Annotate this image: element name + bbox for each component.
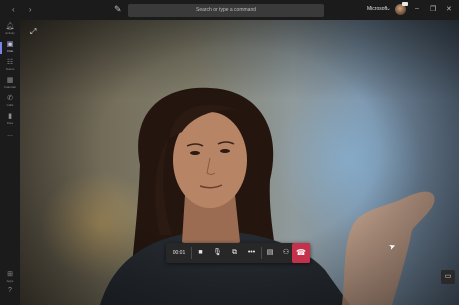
maximize-icon[interactable]: ❐ — [430, 5, 436, 13]
compose-icon[interactable]: ✎ — [114, 4, 122, 15]
rail-item-calls[interactable]: ✆ Calls — [0, 94, 20, 112]
file-icon: ▮ — [8, 113, 12, 120]
chat-panel-icon[interactable]: ▭ — [441, 270, 455, 284]
history-nav[interactable]: ‹ › — [12, 5, 38, 14]
rail-item-files[interactable]: ▮ Files — [0, 112, 20, 130]
device-icon[interactable]: ▤ — [262, 243, 278, 263]
more-icon: ... — [7, 131, 13, 138]
rail-item-calendar[interactable]: ▦ Calendar — [0, 76, 20, 94]
minimize-icon[interactable]: – — [415, 5, 419, 12]
rail-item-activity[interactable]: 🔔︎ Activity — [0, 22, 20, 40]
rail-item-help[interactable]: ? — [0, 286, 20, 304]
more-icon[interactable]: ••• — [243, 243, 260, 263]
chevron-down-icon[interactable]: ⌄ — [386, 5, 391, 12]
expand-icon[interactable]: ⤢ — [30, 27, 36, 37]
status-badge — [402, 2, 408, 6]
phone-icon: ✆ — [7, 95, 13, 102]
call-timer: 00:01 — [172, 250, 186, 256]
rail-item-chat[interactable]: ▣ Chat — [0, 40, 20, 58]
search-input[interactable]: Search or type a command — [128, 4, 324, 17]
help-icon: ? — [8, 287, 12, 294]
mic-icon[interactable]: 🎙︎ — [209, 243, 226, 263]
share-icon[interactable]: ⧉ — [226, 243, 243, 263]
rail-item-more[interactable]: ... — [0, 130, 20, 148]
rail-item-teams[interactable]: ☷ Teams — [0, 58, 20, 76]
call-controls: 00:01 ■ 🎙︎ ⧉ ••• ▤ ⚇ — [166, 243, 310, 263]
title-bar: ‹ › ✎ Search or type a command Microsoft… — [0, 0, 459, 20]
hangup-icon: ☎ — [296, 248, 306, 257]
hangup-button[interactable]: ☎ — [292, 243, 310, 263]
org-switcher-label[interactable]: Microsoft — [367, 6, 387, 12]
teams-icon: ☷ — [6, 59, 14, 66]
close-icon[interactable]: ✕ — [446, 5, 452, 13]
calendar-icon: ▦ — [6, 77, 14, 84]
chat-icon: ▣ — [6, 41, 14, 48]
apps-icon: ⊞ — [7, 271, 13, 278]
video-icon[interactable]: ■ — [192, 243, 209, 263]
app-rail: 🔔︎ Activity ▣ Chat ☷ Teams ▦ Calendar ✆ … — [0, 20, 20, 305]
bell-icon: 🔔︎ — [5, 23, 15, 30]
